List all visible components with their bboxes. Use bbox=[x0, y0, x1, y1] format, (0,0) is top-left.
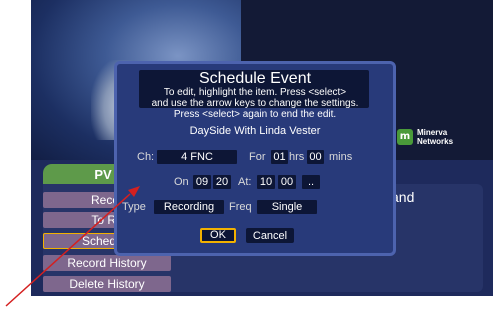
dialog-title: Schedule Event bbox=[198, 70, 312, 87]
freq-field[interactable]: Single bbox=[257, 200, 317, 214]
month-field[interactable]: 09 bbox=[193, 175, 211, 189]
on-label: On bbox=[174, 176, 189, 188]
at-label: At: bbox=[238, 176, 252, 188]
instruction-line-2: and use the arrow keys to change the set… bbox=[151, 98, 359, 109]
time-hour-field[interactable]: 10 bbox=[257, 175, 275, 189]
menu-item-record-history[interactable]: Record History bbox=[43, 255, 171, 271]
schedule-event-dialog: Schedule Event To edit, highlight the it… bbox=[114, 61, 396, 256]
hrs-label: hrs bbox=[289, 151, 305, 163]
type-field[interactable]: Recording bbox=[154, 200, 224, 214]
channel-label: Ch: bbox=[137, 151, 155, 163]
brand-line1: Minerva bbox=[417, 128, 448, 137]
time-minute-field[interactable]: 00 bbox=[278, 175, 296, 189]
minerva-logo: m Minerva Networks bbox=[397, 128, 477, 150]
menu-item-delete-history[interactable]: Delete History bbox=[43, 276, 171, 292]
minerva-logo-icon: m bbox=[397, 129, 413, 145]
day-field[interactable]: 20 bbox=[213, 175, 231, 189]
brand-line2: Networks bbox=[417, 137, 454, 146]
type-label: Type bbox=[122, 201, 146, 213]
for-label: For bbox=[249, 151, 266, 163]
instruction-line-1: To edit, highlight the item. Press <sele… bbox=[163, 87, 347, 98]
ampm-field[interactable]: .. bbox=[302, 175, 320, 189]
freq-label: Freq bbox=[229, 201, 252, 213]
cancel-button[interactable]: Cancel bbox=[246, 228, 294, 243]
instruction-line-3: Press <select> again to end the edit. bbox=[173, 109, 337, 120]
channel-field[interactable]: 4 FNC bbox=[157, 150, 237, 164]
ok-button[interactable]: OK bbox=[200, 228, 236, 243]
duration-mins-field[interactable]: 00 bbox=[307, 150, 324, 164]
show-name: DaySide With Linda Vester bbox=[189, 125, 321, 137]
mins-label: mins bbox=[329, 151, 353, 163]
duration-hours-field[interactable]: 01 bbox=[271, 150, 288, 164]
